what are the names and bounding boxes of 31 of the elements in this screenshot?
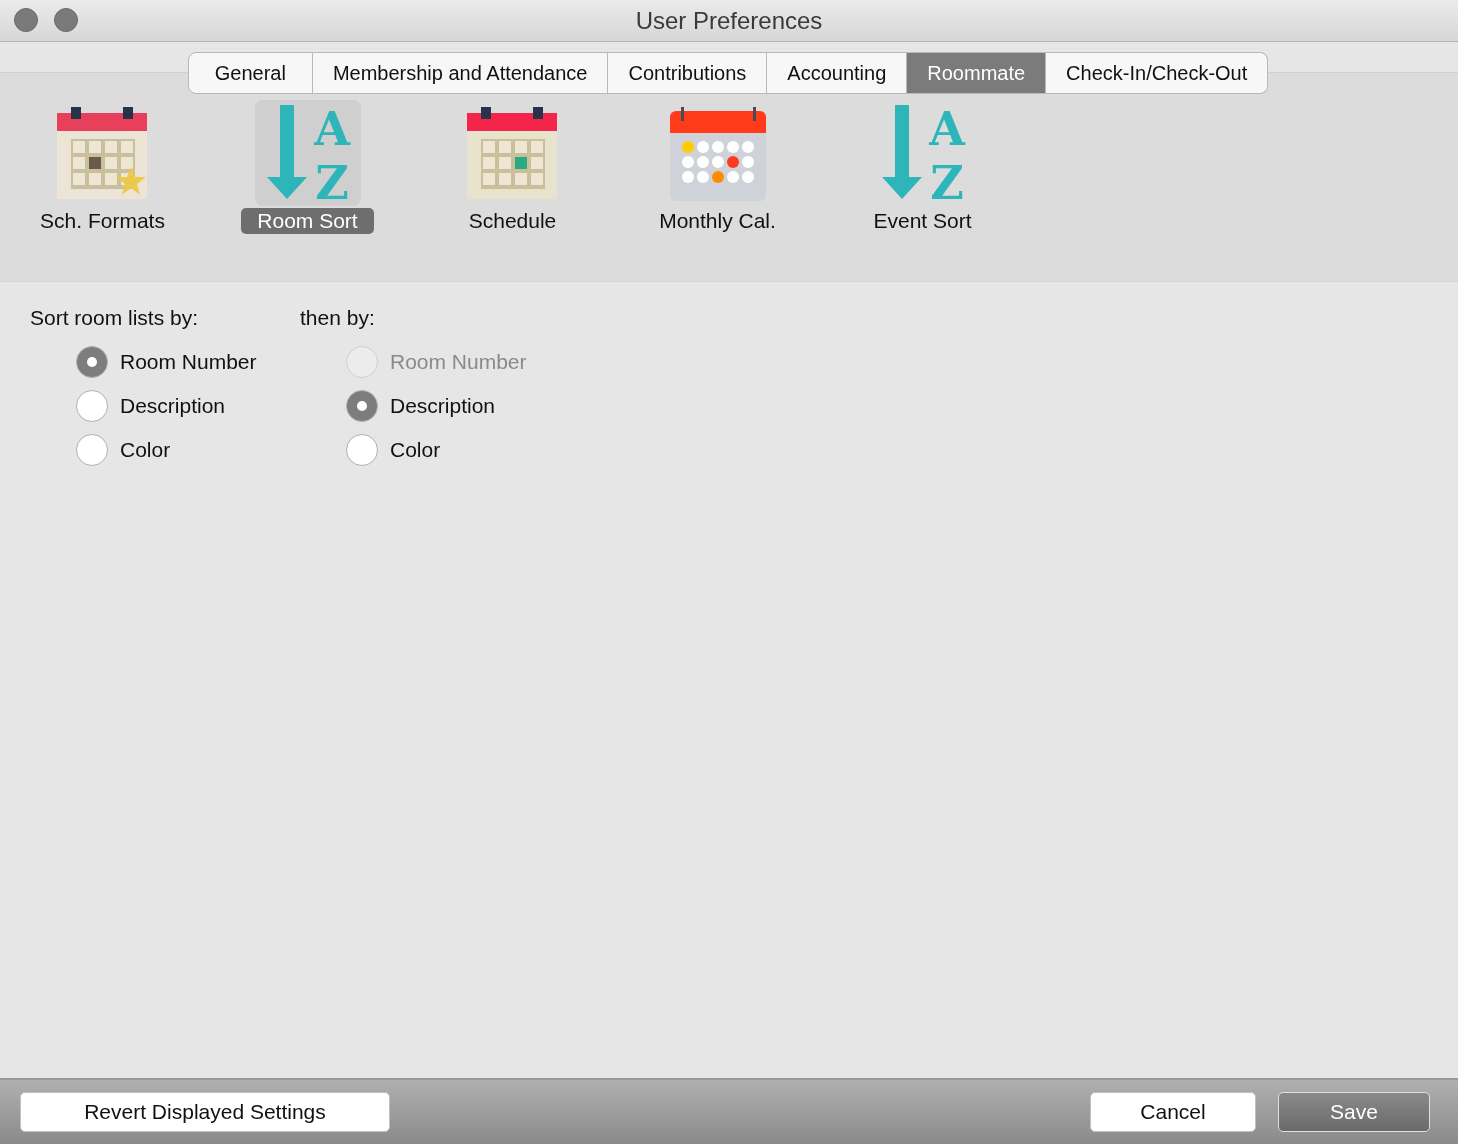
toolbar-item[interactable]: Monthly Cal. (643, 208, 792, 234)
toolbar-item[interactable]: Schedule (452, 208, 573, 234)
tab[interactable]: General (187, 52, 313, 94)
revert-button[interactable]: Revert Displayed Settings (20, 1092, 390, 1132)
radio-button[interactable] (76, 390, 108, 422)
window-title: User Preferences (635, 6, 823, 35)
save-button[interactable]: Save (1278, 1092, 1430, 1132)
minimize-button[interactable] (54, 8, 78, 32)
tab[interactable]: Roommate (907, 52, 1047, 94)
toolbar-item[interactable]: Event Sort (857, 208, 988, 234)
group-heading: Sort room lists by: (30, 306, 200, 330)
tab[interactable]: Accounting (767, 52, 908, 94)
cancel-button[interactable]: Cancel (1090, 1092, 1256, 1132)
radio-label: Color (390, 438, 441, 462)
group-heading: then by: (300, 306, 376, 330)
close-button[interactable] (14, 8, 38, 32)
radio-label: Color (120, 438, 171, 462)
radio-button[interactable] (76, 346, 108, 378)
radio-label: Room Number (390, 350, 527, 374)
radio-label: Room Number (120, 350, 257, 374)
calendar-icon (669, 105, 766, 201)
radio-button[interactable] (76, 434, 108, 466)
tab[interactable]: Check-In/Check-Out (1046, 52, 1269, 94)
radio-label: Description (390, 394, 496, 418)
tab[interactable]: Membership and Attendance (312, 52, 609, 94)
toolbar-item[interactable]: Room Sort (241, 208, 374, 234)
radio-button[interactable] (346, 390, 378, 422)
radio-button[interactable] (346, 434, 378, 466)
toolbar-item[interactable]: Sch. Formats (24, 208, 181, 234)
radio-label: Description (120, 394, 226, 418)
tab[interactable]: Contributions (608, 52, 768, 94)
